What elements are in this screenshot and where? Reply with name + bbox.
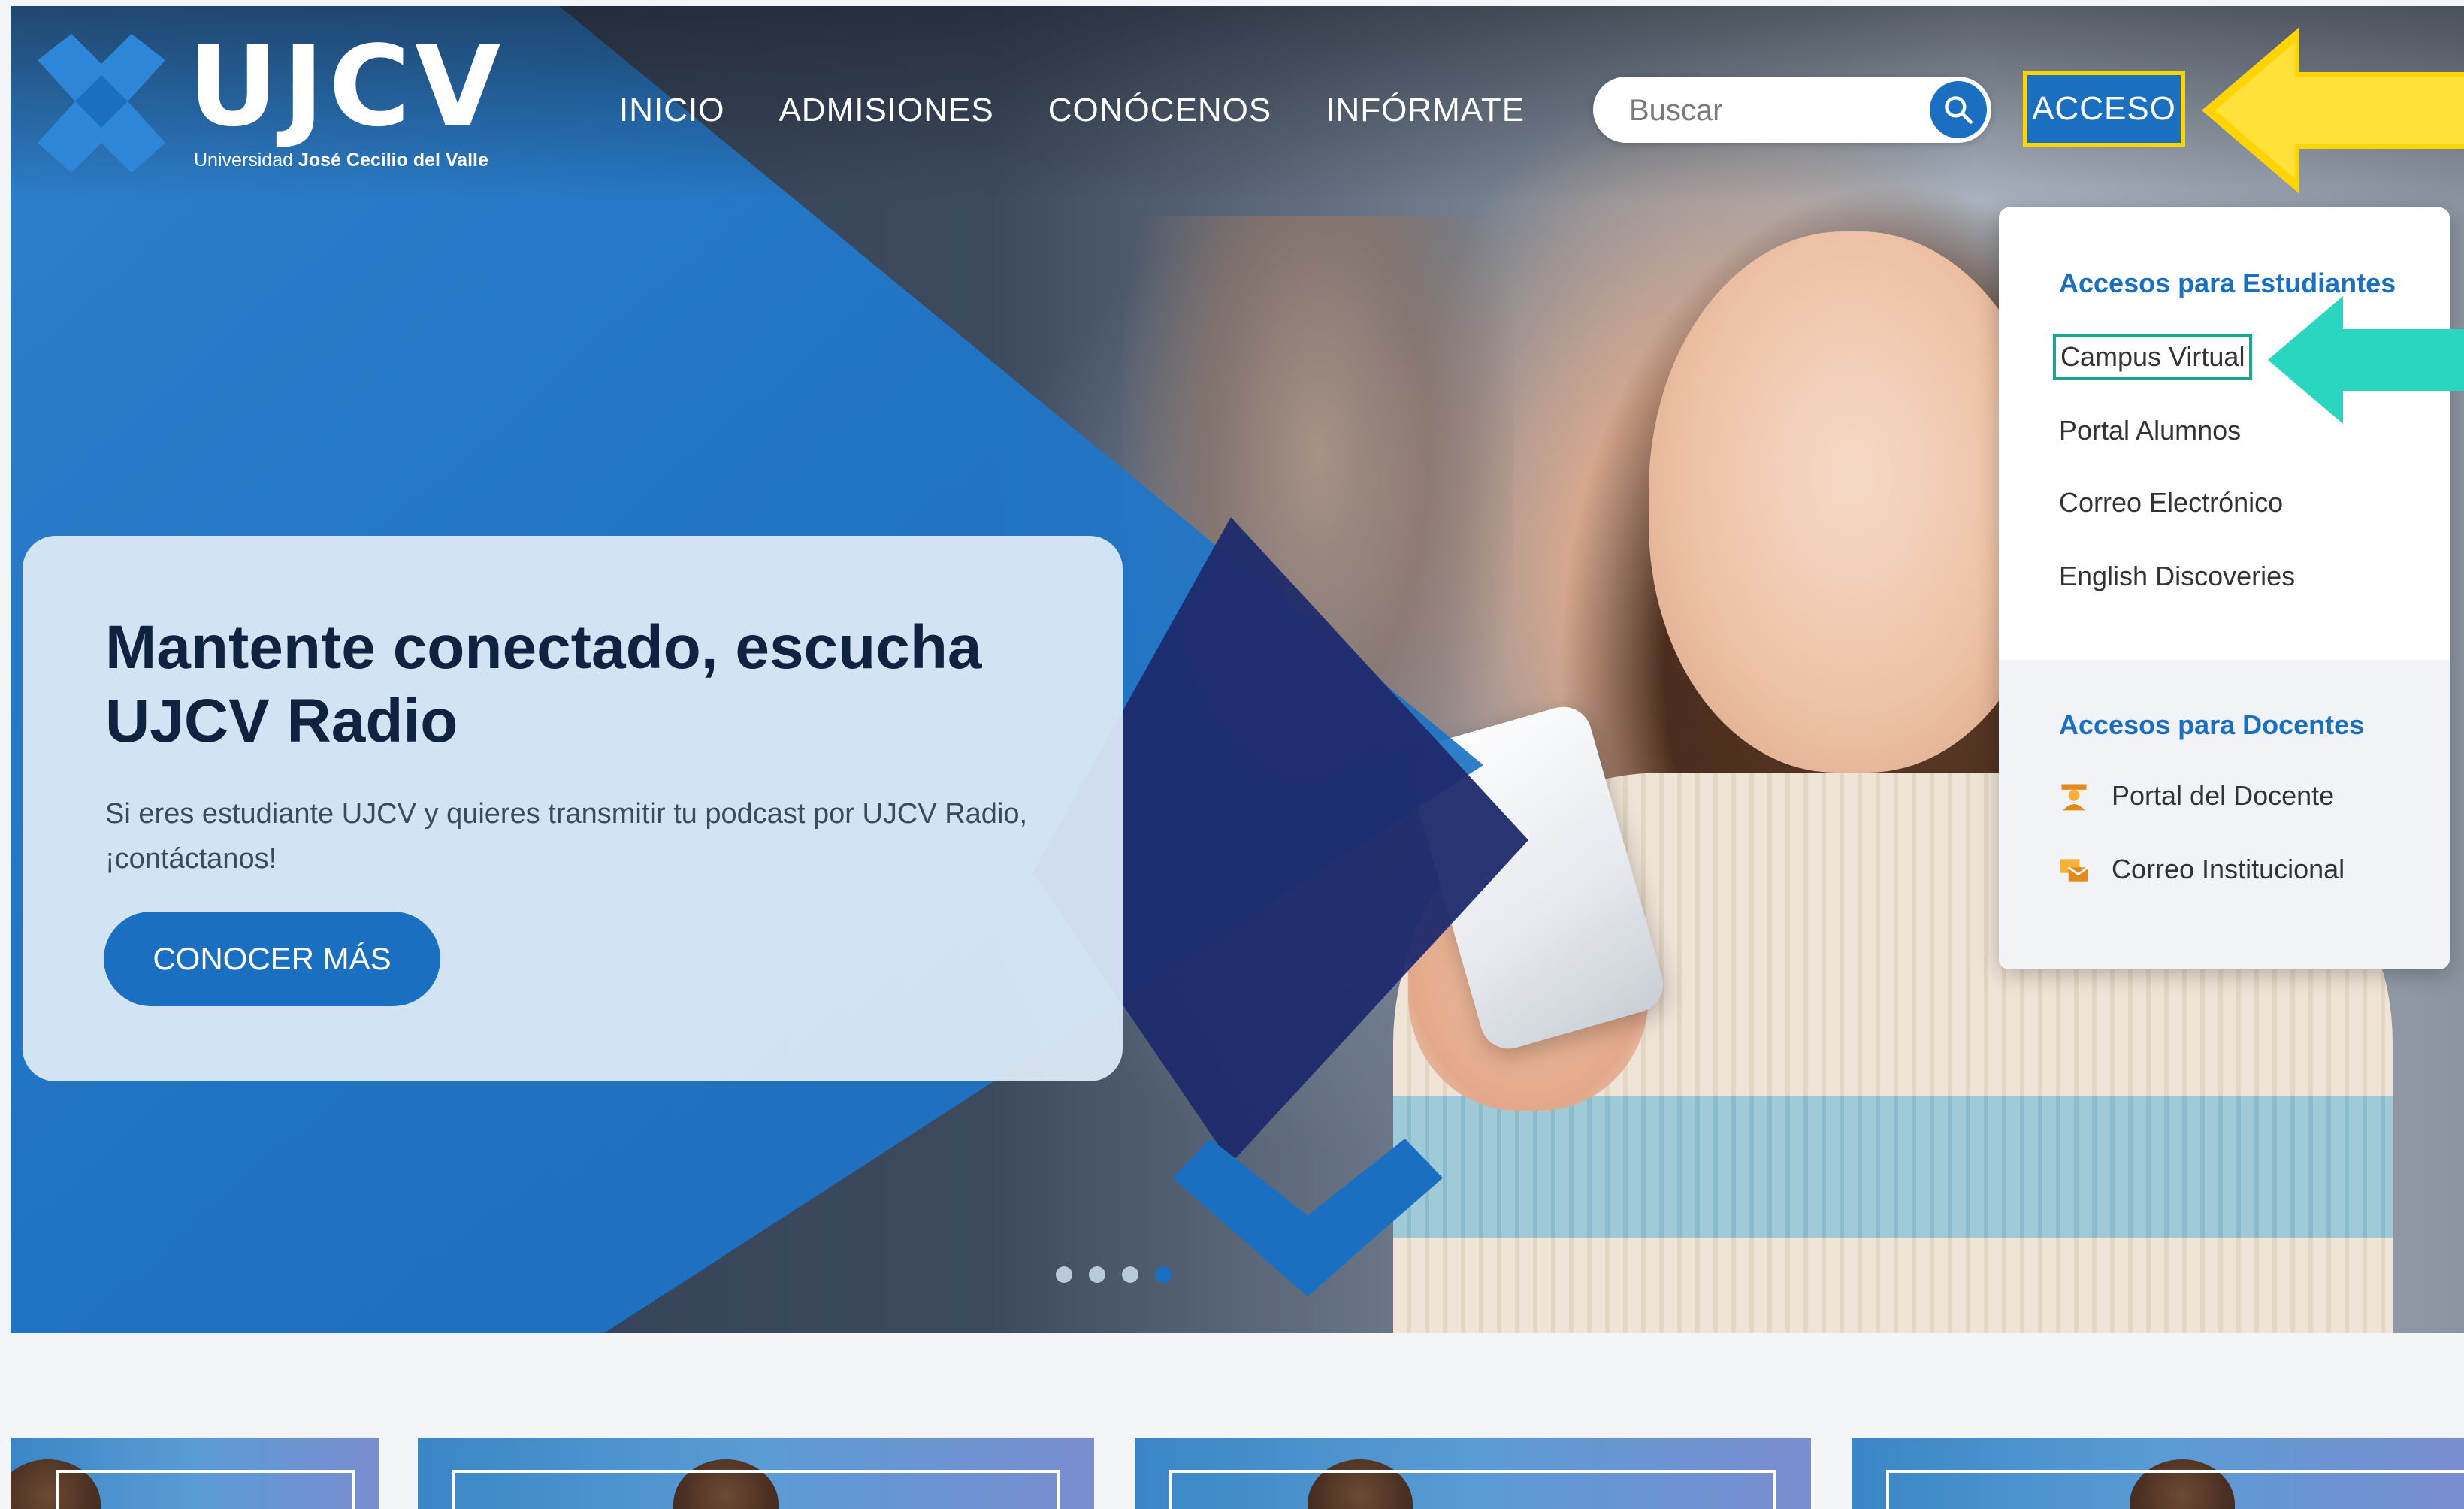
mail-icon — [2060, 859, 2089, 882]
correo-electronico-link[interactable]: Correo Electrónico — [2059, 487, 2283, 519]
feature-card[interactable] — [11, 1438, 379, 1509]
english-discoveries-link[interactable]: English Discoveries — [2059, 561, 2295, 592]
ujcv-logo-mark-icon[interactable] — [30, 30, 173, 184]
teal-arrow-annotation-icon — [2268, 296, 2464, 424]
card-frame — [1169, 1470, 1776, 1509]
sweater-stripe-image — [1393, 1096, 2393, 1238]
carousel-indicators — [1056, 1266, 1172, 1283]
acceso-button[interactable]: ACCESO — [2023, 71, 2185, 147]
students-heading: Accesos para Estudiantes — [2059, 268, 2396, 298]
teachers-section: Accesos para Docentes Portal del Docente… — [1999, 660, 2450, 969]
teachers-heading: Accesos para Docentes — [2059, 709, 2365, 740]
card-frame — [452, 1470, 1060, 1509]
carousel-dot[interactable] — [1056, 1266, 1072, 1283]
hero-content-card: Mantente conectado, escucha UJCV Radio S… — [23, 536, 1123, 1081]
correo-institucional-link[interactable]: Correo Institucional — [2112, 854, 2345, 885]
card-frame — [1886, 1470, 2464, 1509]
campus-virtual-link[interactable]: Campus Virtual — [2052, 334, 2253, 380]
search-icon — [1945, 96, 1973, 124]
students-section: Accesos para Estudiantes Campus Virtual … — [1999, 207, 2450, 660]
hero-description: Si eres estudiante UJCV y quieres transm… — [105, 798, 1028, 875]
nav-informate[interactable]: INFÓRMATE — [1326, 88, 1525, 133]
teacher-icon — [2061, 784, 2087, 811]
nav-inicio[interactable]: INICIO — [619, 88, 724, 133]
logo-wordmark[interactable]: UJCV — [188, 30, 505, 143]
carousel-dot[interactable] — [1122, 1266, 1138, 1283]
logo-subtitle: Universidad José Cecilio del Valle — [194, 149, 488, 171]
yellow-arrow-annotation-icon — [2202, 27, 2464, 194]
woman-face-image — [1649, 231, 2054, 773]
logo-subtitle-prefix: Universidad — [194, 150, 294, 171]
search-input[interactable] — [1628, 87, 1931, 134]
card-frame — [56, 1470, 355, 1509]
carousel-dot[interactable] — [1089, 1266, 1105, 1283]
search-box — [1593, 77, 1991, 143]
nav-admisiones[interactable]: ADMISIONES — [779, 88, 993, 133]
feature-card[interactable] — [418, 1438, 1094, 1509]
feature-card[interactable] — [1852, 1438, 2464, 1509]
search-button[interactable] — [1930, 81, 1987, 138]
conocer-mas-button[interactable]: CONOCER MÁS — [104, 912, 440, 1006]
nav-conocenos[interactable]: CONÓCENOS — [1048, 88, 1271, 133]
logo-subtitle-name: José Cecilio del Valle — [298, 150, 488, 171]
carousel-dot-active[interactable] — [1155, 1266, 1172, 1283]
portal-docente-link[interactable]: Portal del Docente — [2112, 780, 2334, 812]
main-navigation: INICIO ADMISIONES CONÓCENOS INFÓRMATE — [619, 88, 1525, 133]
hero-title: Mantente conectado, escucha UJCV Radio — [105, 613, 982, 755]
portal-alumnos-link[interactable]: Portal Alumnos — [2059, 415, 2241, 446]
feature-card[interactable] — [1135, 1438, 1811, 1509]
